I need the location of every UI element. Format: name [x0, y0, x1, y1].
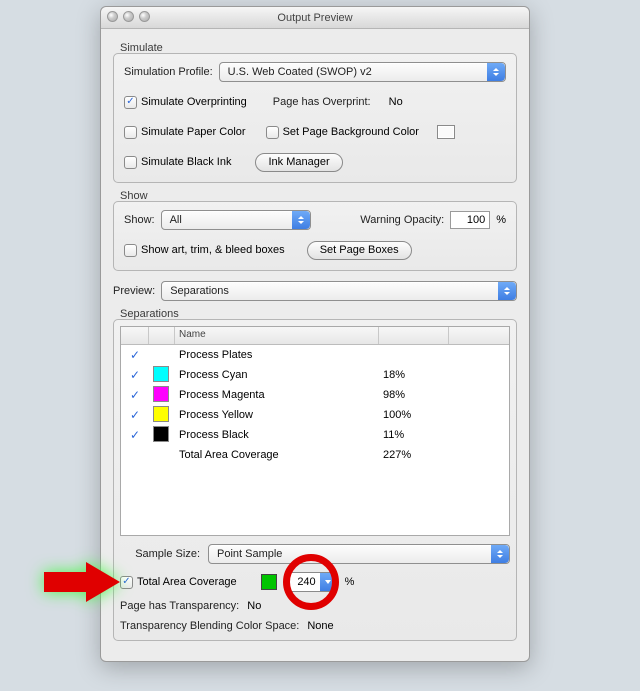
- chevron-updown-icon: [487, 63, 505, 81]
- blend-space-value: None: [307, 620, 333, 632]
- close-icon[interactable]: [107, 11, 118, 22]
- checkbox-unchecked-icon: [124, 126, 137, 139]
- simulate-overprinting-checkbox[interactable]: ✓ Simulate Overprinting: [124, 96, 247, 109]
- simulate-paper-color-label: Simulate Paper Color: [141, 126, 246, 138]
- set-bg-color-checkbox[interactable]: Set Page Background Color: [266, 126, 419, 139]
- separation-percent: 98%: [379, 389, 449, 401]
- tac-color-swatch[interactable]: [261, 574, 277, 590]
- simulate-legend: Simulate: [120, 42, 163, 54]
- table-row: ✓ Process Black11%: [121, 425, 509, 445]
- simulate-paper-color-checkbox[interactable]: Simulate Paper Color: [124, 126, 246, 139]
- show-legend: Show: [120, 190, 148, 202]
- sample-size-dropdown[interactable]: Point Sample: [208, 544, 510, 564]
- chevron-updown-icon: [491, 545, 509, 563]
- table-row: ✓ Process Plates: [121, 345, 509, 365]
- show-dropdown[interactable]: All: [161, 210, 311, 230]
- checkbox-checked-icon: ✓: [120, 576, 133, 589]
- separation-name: Total Area Coverage: [175, 449, 379, 461]
- visibility-toggle-icon[interactable]: ✓: [125, 428, 145, 442]
- show-label: Show:: [124, 214, 155, 226]
- simulate-overprinting-label: Simulate Overprinting: [141, 96, 247, 108]
- ink-swatch: [153, 386, 169, 402]
- preview-label: Preview:: [113, 285, 155, 297]
- visibility-toggle-icon[interactable]: ✓: [125, 348, 145, 362]
- separation-percent: 11%: [379, 429, 449, 441]
- visibility-toggle-icon[interactable]: ✓: [125, 368, 145, 382]
- simulate-group: Simulate Simulation Profile: U.S. Web Co…: [113, 53, 517, 183]
- simulate-black-ink-label: Simulate Black Ink: [141, 156, 231, 168]
- chevron-updown-icon: [498, 282, 516, 300]
- separation-name: Process Magenta: [175, 389, 379, 401]
- preview-value: Separations: [170, 285, 229, 297]
- simulation-profile-label: Simulation Profile:: [124, 66, 213, 78]
- set-page-boxes-button[interactable]: Set Page Boxes: [307, 241, 412, 260]
- titlebar: Output Preview: [101, 7, 529, 29]
- checkbox-unchecked-icon: [124, 244, 137, 257]
- ink-swatch: [153, 366, 169, 382]
- simulation-profile-dropdown[interactable]: U.S. Web Coated (SWOP) v2: [219, 62, 506, 82]
- visibility-toggle-icon[interactable]: ✓: [125, 408, 145, 422]
- separations-legend: Separations: [120, 308, 179, 320]
- table-row: ✓ Process Cyan18%: [121, 365, 509, 385]
- set-page-boxes-label: Set Page Boxes: [320, 244, 399, 256]
- table-row: ✓ Process Magenta98%: [121, 385, 509, 405]
- separation-name: Process Yellow: [175, 409, 379, 421]
- set-bg-color-label: Set Page Background Color: [283, 126, 419, 138]
- minimize-icon[interactable]: [123, 11, 134, 22]
- zoom-icon[interactable]: [139, 11, 150, 22]
- preview-dropdown[interactable]: Separations: [161, 281, 517, 301]
- sample-size-value: Point Sample: [217, 548, 282, 560]
- page-transparency-value: No: [247, 600, 261, 612]
- separation-name: Process Plates: [175, 349, 379, 361]
- chevron-updown-icon: [292, 211, 310, 229]
- page-has-overprint-value: No: [389, 96, 403, 108]
- ink-manager-label: Ink Manager: [268, 156, 329, 168]
- warning-opacity-input[interactable]: [450, 211, 490, 229]
- separations-header-name: Name: [175, 327, 379, 344]
- table-row: Total Area Coverage227%: [121, 445, 509, 465]
- separation-name: Process Black: [175, 429, 379, 441]
- visibility-toggle-icon[interactable]: ✓: [125, 388, 145, 402]
- bg-color-swatch[interactable]: [437, 125, 455, 139]
- window-title: Output Preview: [101, 7, 529, 29]
- ink-swatch: [153, 406, 169, 422]
- simulate-black-ink-checkbox[interactable]: Simulate Black Ink: [124, 156, 231, 169]
- total-area-coverage-checkbox[interactable]: ✓ Total Area Coverage: [120, 576, 237, 589]
- page-has-overprint-label: Page has Overprint:: [273, 96, 371, 108]
- output-preview-window: Output Preview Simulate Simulation Profi…: [100, 6, 530, 662]
- show-value: All: [170, 214, 182, 226]
- separation-percent: 100%: [379, 409, 449, 421]
- separations-group: Separations Name ✓Process Plates✓Process…: [113, 319, 517, 641]
- chevron-down-icon[interactable]: [320, 573, 336, 591]
- show-group: Show Show: All Warning Opacity: % Show a…: [113, 201, 517, 271]
- separation-percent: 18%: [379, 369, 449, 381]
- sample-size-label: Sample Size:: [120, 548, 200, 560]
- separations-table: Name ✓ Process Plates ✓ Process Cyan18% ✓ Pro…: [120, 326, 510, 536]
- ink-swatch: [153, 426, 169, 442]
- separation-percent: 227%: [379, 449, 449, 461]
- warning-opacity-label: Warning Opacity:: [360, 214, 444, 226]
- separation-name: Process Cyan: [175, 369, 379, 381]
- tac-spinner[interactable]: [285, 572, 337, 592]
- table-row: ✓ Process Yellow100%: [121, 405, 509, 425]
- total-area-coverage-label: Total Area Coverage: [137, 576, 237, 588]
- ink-manager-button[interactable]: Ink Manager: [255, 153, 342, 172]
- checkbox-checked-icon: ✓: [124, 96, 137, 109]
- page-transparency-label: Page has Transparency:: [120, 600, 239, 612]
- tac-unit: %: [345, 576, 355, 588]
- checkbox-unchecked-icon: [266, 126, 279, 139]
- simulation-profile-value: U.S. Web Coated (SWOP) v2: [228, 66, 372, 78]
- blend-space-label: Transparency Blending Color Space:: [120, 620, 299, 632]
- warning-opacity-unit: %: [496, 214, 506, 226]
- tac-input[interactable]: [286, 573, 320, 591]
- show-boxes-checkbox[interactable]: Show art, trim, & bleed boxes: [124, 244, 285, 257]
- show-boxes-label: Show art, trim, & bleed boxes: [141, 244, 285, 256]
- checkbox-unchecked-icon: [124, 156, 137, 169]
